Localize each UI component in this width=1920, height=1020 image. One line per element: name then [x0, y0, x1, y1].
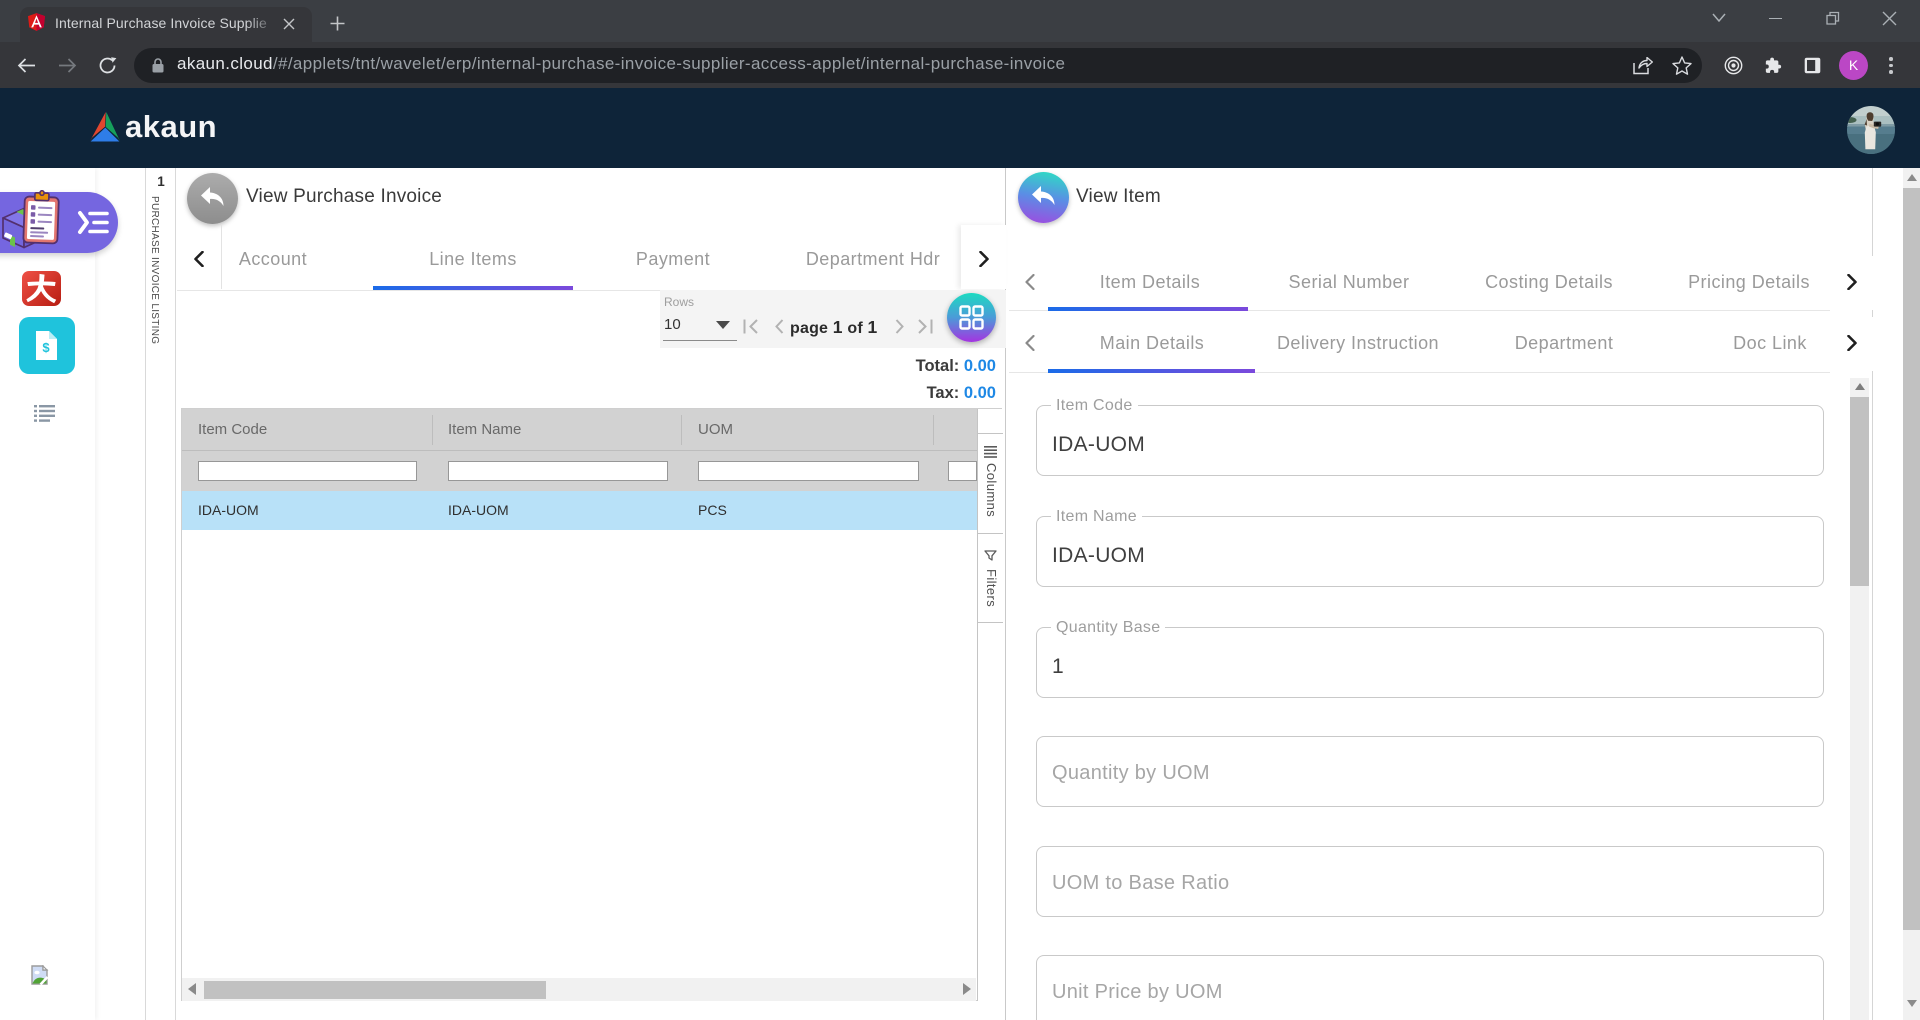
- svg-text:$: $: [42, 340, 50, 355]
